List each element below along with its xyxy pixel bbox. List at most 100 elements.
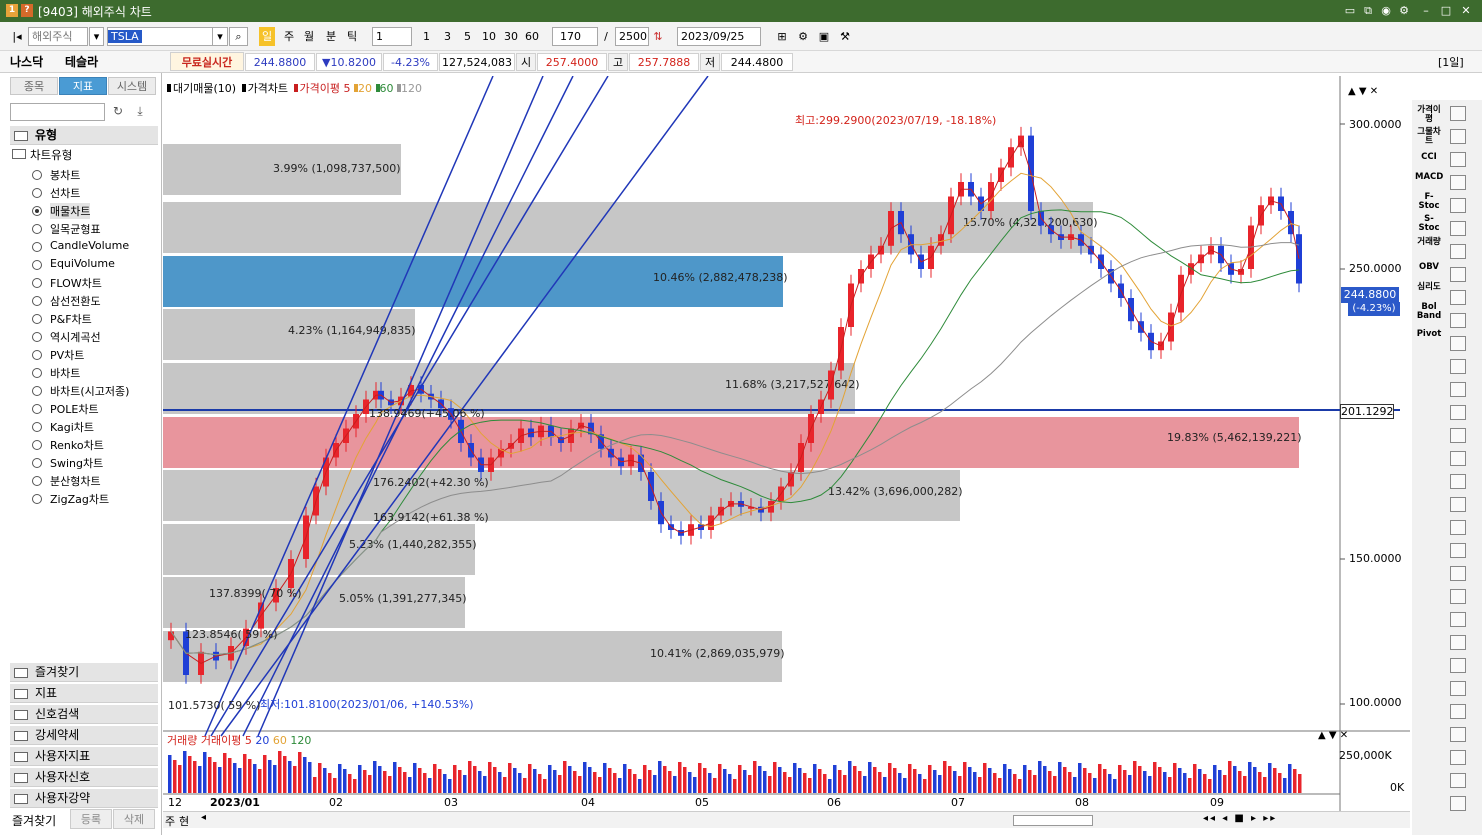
drawing-tool-icon[interactable] (1450, 497, 1466, 512)
drawing-tool-icon[interactable] (1450, 152, 1466, 167)
indicator-shortcut[interactable]: S-Stoc (1415, 215, 1443, 233)
drawing-tool-icon[interactable] (1450, 428, 1466, 443)
type-section[interactable]: 유형 (10, 126, 158, 145)
delete-button[interactable]: 삭제 (113, 809, 155, 829)
drawing-tool-icon[interactable] (1450, 221, 1466, 236)
chart-type-header[interactable]: 차트유형 (30, 147, 72, 163)
drawing-tool-icon[interactable] (1450, 198, 1466, 213)
drawing-tool-icon[interactable] (1450, 474, 1466, 489)
tab-indicator[interactable]: 지표 (59, 77, 107, 95)
chart-type-item[interactable]: 일목균형표 (50, 221, 101, 237)
period-month[interactable]: 월 (300, 27, 318, 46)
volume-window-buttons[interactable]: ▲ ▼ ✕ (1318, 730, 1348, 741)
chart-type-radio[interactable] (32, 332, 42, 342)
chart-type-radio[interactable] (32, 386, 42, 396)
chart-type-item[interactable]: 매물차트 (50, 203, 91, 219)
section-3[interactable]: 강세약세 (10, 726, 158, 745)
chart-type-item[interactable]: 봉차트 (50, 167, 80, 183)
drawing-tool-icon[interactable] (1450, 704, 1466, 719)
tools-icon[interactable]: ⚒ (837, 27, 853, 46)
chart-type-item[interactable]: ZigZag차트 (50, 491, 109, 507)
period-minute[interactable]: 분 (322, 27, 340, 46)
indicator-shortcut[interactable]: 그물차트 (1415, 128, 1443, 146)
prev-icon[interactable]: |◂ (8, 27, 26, 46)
tab-system[interactable]: 시스템 (108, 77, 156, 95)
indicator-shortcut[interactable]: Bol Band (1415, 303, 1443, 321)
indicator-shortcut[interactable]: Pivot (1415, 330, 1443, 339)
drawing-tool-icon[interactable] (1450, 405, 1466, 420)
indicator-search-input[interactable] (10, 103, 105, 121)
scroll-left-icon[interactable]: ◂ (201, 812, 206, 823)
chart-type-item[interactable]: EquiVolume (50, 257, 115, 270)
save-icon[interactable]: ▣ (816, 27, 832, 46)
chart-window-buttons[interactable]: ▲ ▼ ✕ (1348, 86, 1378, 97)
indicator-shortcut[interactable]: OBV (1415, 263, 1443, 272)
chart-type-radio[interactable] (32, 476, 42, 486)
chart-area[interactable]: 3.99% (1,098,737,500) 15.70% (4,327,200,6… (163, 76, 1410, 828)
indicator-shortcut[interactable]: MACD (1415, 173, 1443, 182)
chart-type-radio[interactable] (32, 296, 42, 306)
drawing-tool-icon[interactable] (1450, 543, 1466, 558)
gear-icon[interactable]: ⚙ (795, 27, 811, 46)
drawing-tool-icon[interactable] (1450, 750, 1466, 765)
drawing-tool-icon[interactable] (1450, 382, 1466, 397)
drawing-tool-icon[interactable] (1450, 635, 1466, 650)
drawing-tool-icon[interactable] (1450, 175, 1466, 190)
refresh-icon[interactable]: ⇅ (650, 27, 666, 46)
drawing-tool-icon[interactable] (1450, 566, 1466, 581)
legend-volume-profile[interactable]: 대기매물(10) (173, 82, 236, 95)
indicator-shortcut[interactable]: 심리도 (1415, 283, 1443, 292)
legend-volume[interactable]: 거래량 (167, 734, 197, 747)
chart-type-item[interactable]: 분산형차트 (50, 473, 101, 489)
drawing-tool-icon[interactable] (1450, 773, 1466, 788)
help-icon[interactable]: ? (21, 4, 33, 17)
indicator-shortcut[interactable]: 가격이평 (1415, 106, 1443, 124)
chart-type-item[interactable]: Kagi차트 (50, 419, 94, 435)
legend-volume-ma[interactable]: 거래이평 (201, 734, 241, 747)
chart-type-radio[interactable] (32, 242, 42, 252)
link-icon[interactable]: ⧉ (1360, 3, 1376, 18)
drawing-tool-icon[interactable] (1450, 520, 1466, 535)
market-select[interactable]: 해외주식 (28, 27, 88, 46)
scroll-thumb[interactable] (1013, 815, 1093, 826)
chart-type-item[interactable]: Swing차트 (50, 455, 103, 471)
chart-type-radio[interactable] (32, 404, 42, 414)
tab-stock[interactable]: 종목 (10, 77, 58, 95)
drawing-tool-icon[interactable] (1450, 244, 1466, 259)
search-icon[interactable]: ⌕ (229, 27, 248, 46)
chart-type-item[interactable]: PV차트 (50, 347, 84, 363)
market-dropdown-icon[interactable]: ▾ (89, 27, 104, 46)
chart-type-radio[interactable] (32, 314, 42, 324)
count-input[interactable]: 170 (552, 27, 598, 46)
drawing-tool-icon[interactable] (1450, 589, 1466, 604)
chart-type-item[interactable]: CandleVolume (50, 239, 129, 252)
minute-10[interactable]: 10 (479, 27, 499, 46)
chart-type-item[interactable]: 역시계곡선 (50, 329, 101, 345)
total-input[interactable]: 2500 (615, 27, 649, 46)
minute-5[interactable]: 5 (459, 27, 476, 46)
drawing-tool-icon[interactable] (1450, 727, 1466, 742)
symbol-dropdown-icon[interactable]: ▾ (212, 27, 228, 46)
drawing-tool-icon[interactable] (1450, 612, 1466, 627)
drawing-tool-icon[interactable] (1450, 451, 1466, 466)
chart-type-item[interactable]: 바차트(시고저종) (50, 383, 129, 399)
minute-3[interactable]: 3 (439, 27, 456, 46)
drawing-tool-icon[interactable] (1450, 106, 1466, 121)
section-0[interactable]: 즐겨찾기 (10, 663, 158, 682)
legend-price[interactable]: 가격차트 (248, 82, 288, 95)
minimize-icon[interactable]: – (1418, 3, 1434, 18)
new-window-icon[interactable]: ▭ (1342, 3, 1358, 18)
refresh-icon[interactable]: ↻ (110, 104, 126, 120)
section-1[interactable]: 지표 (10, 684, 158, 703)
camera-icon[interactable]: ◉ (1378, 3, 1394, 18)
maximize-icon[interactable]: □ (1438, 3, 1454, 18)
drawing-tool-icon[interactable] (1450, 658, 1466, 673)
drawing-tool-icon[interactable] (1450, 796, 1466, 811)
chart-type-radio[interactable] (32, 260, 42, 270)
chart-type-radio[interactable] (32, 458, 42, 468)
chart-type-item[interactable]: P&F차트 (50, 311, 92, 327)
chart-type-radio[interactable] (32, 440, 42, 450)
chart-type-item[interactable]: Renko차트 (50, 437, 104, 453)
zoom-week-button[interactable]: 주 (165, 813, 175, 829)
drawing-tool-icon[interactable] (1450, 359, 1466, 374)
